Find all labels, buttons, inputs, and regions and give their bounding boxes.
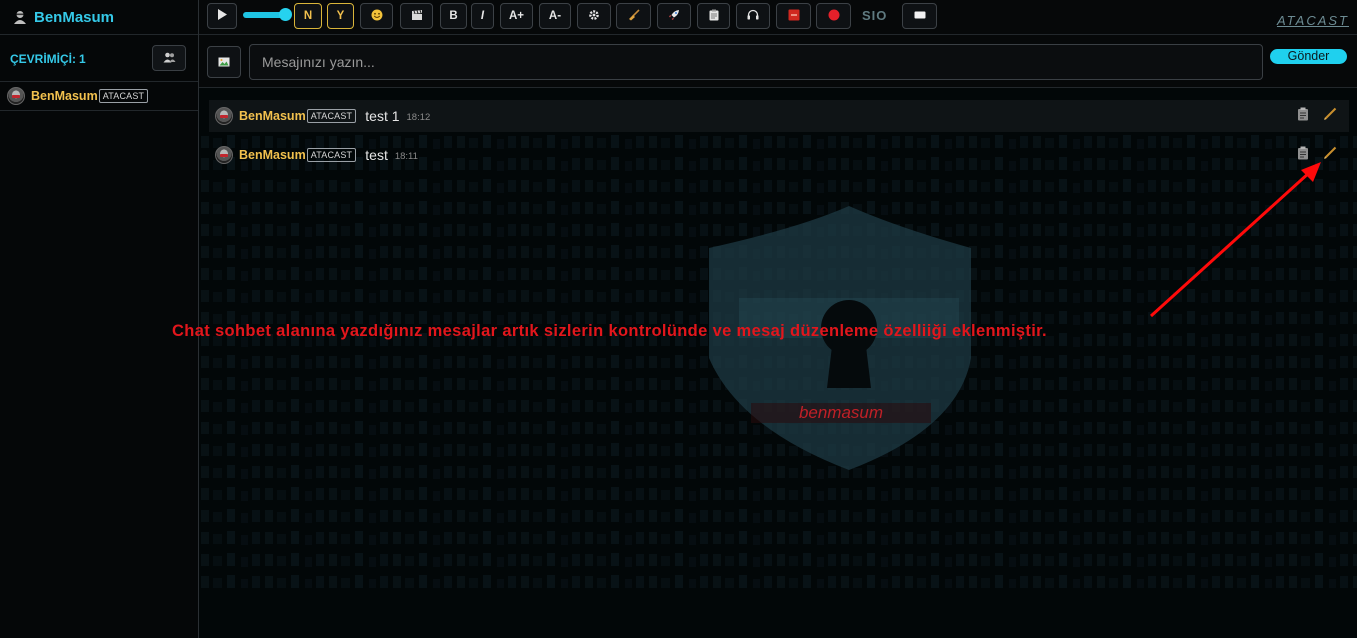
message-time: 18:12 <box>406 112 431 123</box>
rocket-icon <box>668 9 680 24</box>
author-tag-badge: ATACAST <box>306 109 357 123</box>
play-button[interactable] <box>207 3 237 29</box>
sos-icon <box>788 9 800 24</box>
online-count: 1 <box>79 51 86 66</box>
image-icon <box>218 55 230 70</box>
online-user-name: BenMasum <box>31 89 98 103</box>
edit-message-icon[interactable] <box>1323 107 1337 124</box>
n-button[interactable]: N <box>294 3 322 29</box>
font-decrease-button[interactable]: A- <box>539 3 571 29</box>
shield-brand-text: benmasum <box>799 403 883 422</box>
keyboard-button[interactable] <box>902 3 937 29</box>
chat-area: benmasum BenMasum ATACAST test 1 18:12 B… <box>199 88 1357 638</box>
emoji-button[interactable] <box>360 3 393 29</box>
broom-icon <box>628 8 640 24</box>
message-author: BenMasum <box>239 109 306 123</box>
message-row: BenMasum ATACAST test 18:11 <box>209 139 1349 171</box>
sio-label: SIO <box>862 8 888 23</box>
avatar <box>7 87 25 105</box>
message-author: BenMasum <box>239 148 306 162</box>
rocket-button[interactable] <box>657 3 691 29</box>
clear-chat-button[interactable] <box>616 3 651 29</box>
sos-button[interactable] <box>776 3 811 29</box>
app-title: BenMasum <box>34 8 115 26</box>
headphones-button[interactable] <box>736 3 770 29</box>
keyboard-icon <box>914 10 926 22</box>
font-increase-button[interactable]: A+ <box>500 3 533 29</box>
copy-message-icon[interactable] <box>1297 107 1309 124</box>
clapperboard-icon <box>411 9 423 24</box>
toolbar: N Y B I A+ A- SIO ATACAST <box>199 0 1357 35</box>
message-row: BenMasum ATACAST test 1 18:12 <box>209 100 1349 132</box>
record-icon <box>828 9 840 24</box>
user-tag-badge: ATACAST <box>98 89 149 103</box>
image-upload-button[interactable] <box>207 46 241 78</box>
clipboard-button[interactable] <box>697 3 730 29</box>
online-label: ÇEVRİMİÇİ: <box>10 51 76 66</box>
edit-message-icon[interactable] <box>1323 146 1337 163</box>
gear-icon <box>588 9 600 24</box>
author-tag-badge: ATACAST <box>306 148 357 162</box>
clapper-button[interactable] <box>400 3 433 29</box>
avatar <box>215 146 233 164</box>
clipboard-icon <box>709 9 719 24</box>
message-text: test 1 <box>365 108 400 124</box>
settings-button[interactable] <box>577 3 611 29</box>
sidebar-header: BenMasum <box>0 0 198 35</box>
headphones-icon <box>747 9 759 23</box>
online-status-row: ÇEVRİMİÇİ: 1 <box>0 35 198 82</box>
copy-message-icon[interactable] <box>1297 146 1309 163</box>
bold-button[interactable]: B <box>440 3 467 29</box>
italic-button[interactable]: I <box>471 3 494 29</box>
play-icon <box>217 9 227 23</box>
send-button[interactable]: Gönder <box>1270 49 1347 64</box>
avatar <box>215 107 233 125</box>
sidebar: BenMasum ÇEVRİMİÇİ: 1 BenMasum ATACAST <box>0 0 199 638</box>
annotation-text: Chat sohbet alanına yazdığınız mesajlar … <box>172 322 1047 340</box>
volume-slider-handle[interactable] <box>279 8 292 21</box>
atacast-logo: ATACAST <box>1276 13 1349 28</box>
y-button[interactable]: Y <box>327 3 354 29</box>
message-text: test <box>365 147 388 163</box>
message-time: 18:11 <box>394 151 418 162</box>
message-input-bar: Gönder <box>199 35 1357 88</box>
users-icon <box>163 51 176 66</box>
user-icon <box>12 9 28 25</box>
emoji-icon <box>371 9 383 24</box>
message-input[interactable] <box>249 44 1263 80</box>
users-list-button[interactable] <box>152 45 186 71</box>
record-button[interactable] <box>816 3 851 29</box>
online-user-item[interactable]: BenMasum ATACAST <box>0 82 198 111</box>
